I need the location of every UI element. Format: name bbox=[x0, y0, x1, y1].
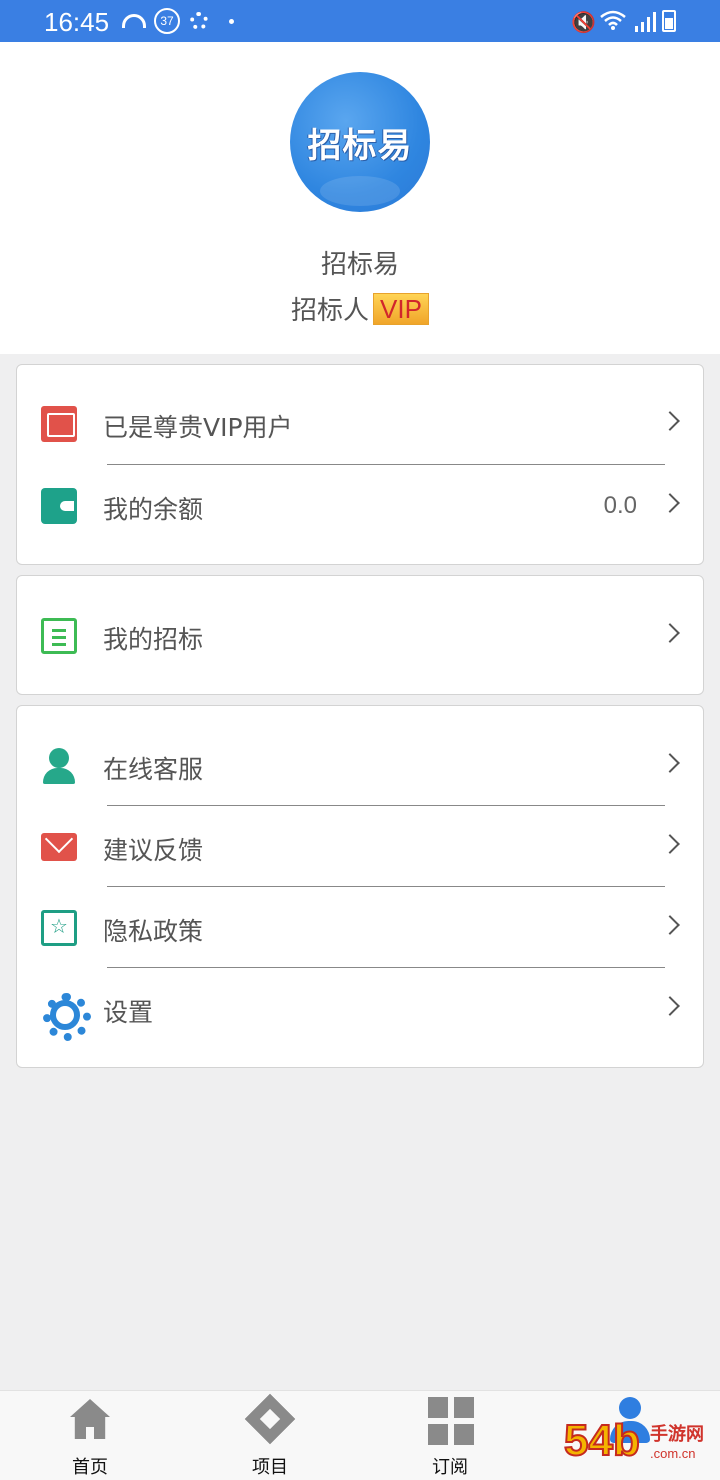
status-time: 16:45 bbox=[44, 7, 110, 37]
avatar-decoration bbox=[320, 176, 400, 206]
menu-item-label: 在线客服 bbox=[103, 755, 204, 784]
menu-item-privacy[interactable]: 隐私政策 bbox=[17, 888, 703, 968]
menu-item-online-service[interactable]: 在线客服 bbox=[17, 726, 703, 806]
chevron-right-icon bbox=[660, 411, 680, 431]
privacy-book-icon bbox=[41, 910, 77, 946]
menu-item-feedback[interactable]: 建议反馈 bbox=[17, 807, 703, 887]
notification-badge-icon: 37 bbox=[154, 8, 180, 34]
watermark-number: 54b bbox=[563, 1415, 641, 1466]
avatar-logo-text: 招标易 bbox=[307, 126, 413, 166]
divider bbox=[107, 464, 665, 465]
menu-item-label: 我的余额 bbox=[103, 495, 204, 524]
gear-icon bbox=[190, 12, 208, 30]
chevron-right-icon bbox=[660, 915, 680, 935]
role-line: 招标人 VIP bbox=[0, 290, 720, 327]
menu-item-label: 我的招标 bbox=[103, 625, 204, 654]
profile-header: 招标易 招标易 招标人 VIP bbox=[0, 42, 720, 354]
mute-icon: 🔇 bbox=[571, 10, 596, 34]
notebook-icon bbox=[41, 618, 77, 654]
tab-label: 项目 bbox=[252, 1457, 288, 1478]
customer-service-icon bbox=[41, 748, 77, 784]
speedometer-icon bbox=[122, 14, 146, 28]
menu-item-balance[interactable]: 我的余额 0.0 bbox=[17, 466, 703, 546]
tab-home[interactable]: 首页 bbox=[0, 1391, 180, 1480]
tab-label: 首页 bbox=[72, 1457, 108, 1478]
home-icon bbox=[66, 1397, 114, 1445]
menu-item-vip[interactable]: 已是尊贵VIP用户 bbox=[17, 384, 703, 464]
chevron-right-icon bbox=[660, 493, 680, 513]
divider bbox=[107, 886, 665, 887]
settings-gear-icon bbox=[41, 991, 91, 1041]
avatar[interactable]: 招标易 bbox=[290, 72, 430, 212]
divider bbox=[107, 967, 665, 968]
tab-label: 订阅 bbox=[432, 1457, 468, 1478]
tab-subscribe[interactable]: 订阅 bbox=[360, 1391, 540, 1480]
mail-icon bbox=[41, 833, 77, 861]
chevron-right-icon bbox=[660, 834, 680, 854]
wifi-icon bbox=[600, 10, 626, 30]
menu-item-label: 建议反馈 bbox=[103, 836, 204, 865]
tab-projects[interactable]: 项目 bbox=[180, 1391, 360, 1480]
username: 招标易 bbox=[320, 250, 399, 280]
watermark-text: 手游网 bbox=[650, 1424, 704, 1445]
vip-card-icon bbox=[41, 406, 77, 442]
chevron-right-icon bbox=[660, 623, 680, 643]
grid-icon bbox=[426, 1397, 474, 1445]
divider bbox=[107, 805, 665, 806]
site-watermark: 54b 手游网 .com.cn bbox=[563, 1415, 714, 1476]
menu-item-my-tenders[interactable]: 我的招标 bbox=[17, 596, 703, 676]
dot-icon bbox=[229, 19, 234, 24]
vip-badge: VIP bbox=[373, 293, 429, 325]
project-icon bbox=[246, 1397, 294, 1445]
balance-value: 0.0 bbox=[603, 492, 637, 519]
signal-icon bbox=[635, 12, 656, 32]
menu-item-label: 已是尊贵VIP用户 bbox=[103, 413, 293, 442]
menu-item-label: 设置 bbox=[103, 998, 154, 1027]
tender-card: 我的招标 bbox=[16, 575, 704, 695]
wallet-icon bbox=[41, 488, 77, 524]
support-card: 在线客服 建议反馈 隐私政策 设置 bbox=[16, 705, 704, 1068]
status-bar: 16:45 37 🔇 bbox=[0, 0, 720, 42]
watermark-url: .com.cn bbox=[650, 1446, 696, 1461]
chevron-right-icon bbox=[660, 753, 680, 773]
role-label: 招标人 bbox=[291, 296, 370, 326]
battery-icon bbox=[662, 10, 676, 32]
menu-item-settings[interactable]: 设置 bbox=[17, 969, 703, 1049]
account-card: 已是尊贵VIP用户 我的余额 0.0 bbox=[16, 364, 704, 565]
chevron-right-icon bbox=[660, 996, 680, 1016]
menu-item-label: 隐私政策 bbox=[103, 917, 204, 946]
